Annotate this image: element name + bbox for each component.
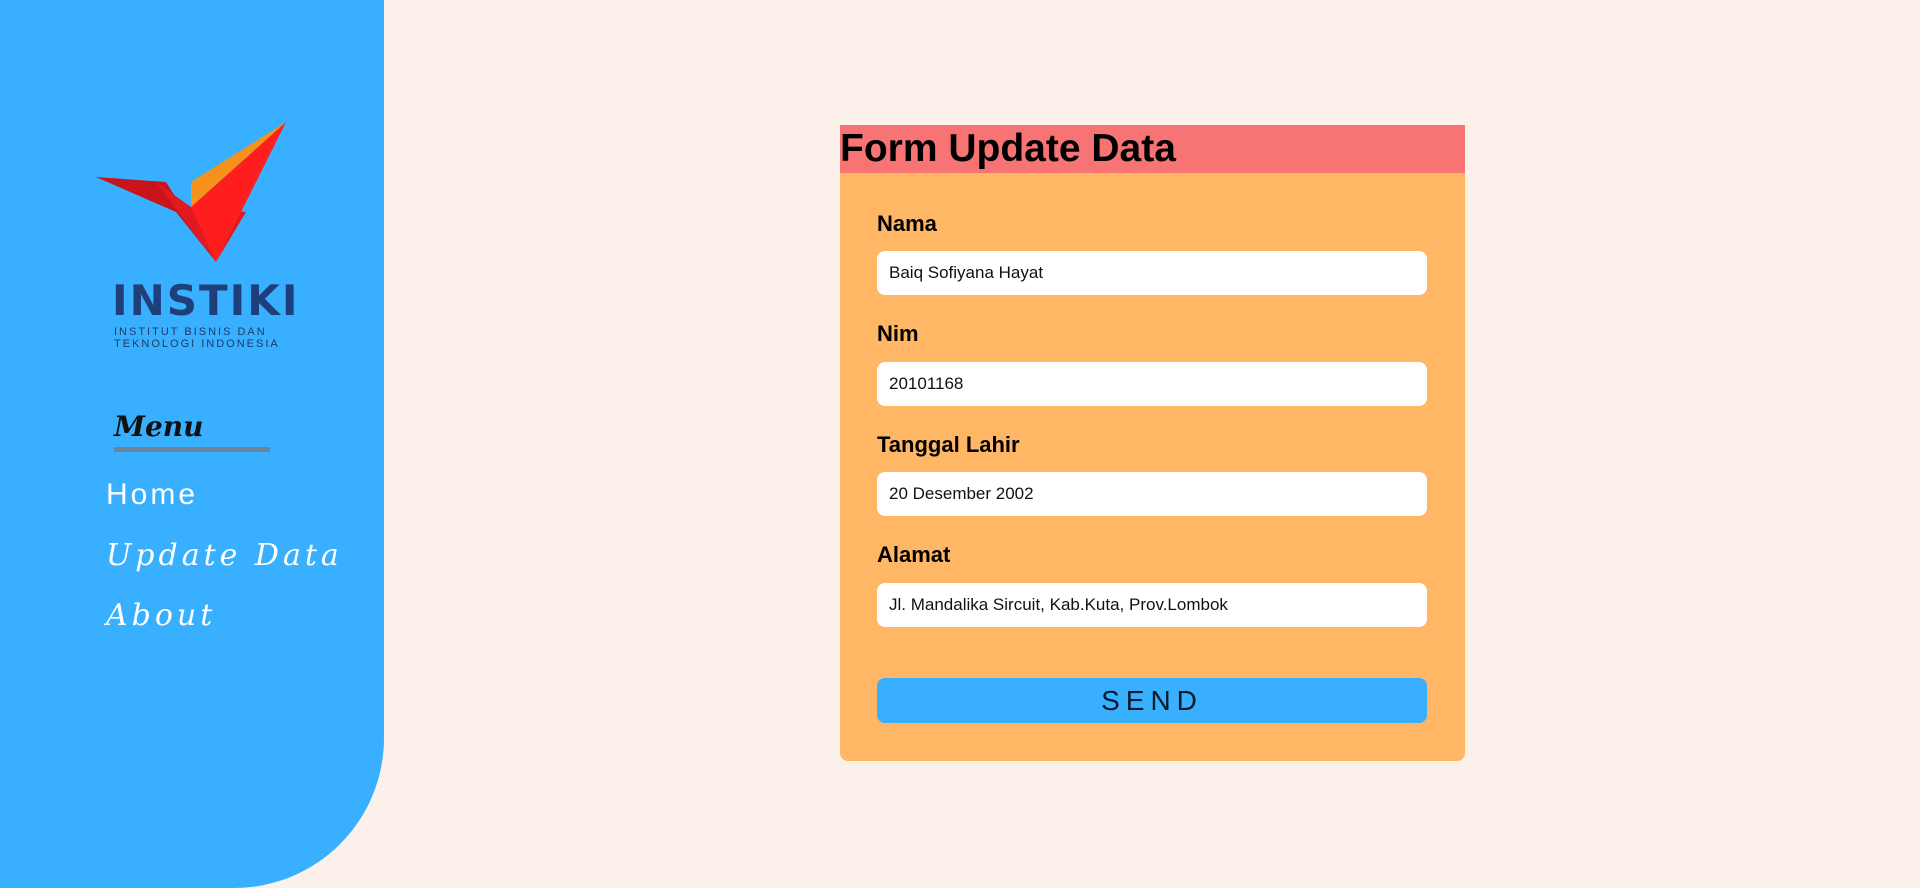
sidebar: INSTIKI INSTITUT BISNIS DAN TEKNOLOGI IN…	[0, 0, 384, 888]
logo-subtitle: INSTITUT BISNIS DAN TEKNOLOGI INDONESIA	[114, 326, 280, 350]
form-header: Form Update Data	[840, 125, 1465, 173]
update-form: Form Update Data Nama Nim Tanggal Lahir …	[840, 125, 1465, 761]
menu-title: Menu	[114, 410, 204, 443]
nav-about[interactable]: About	[106, 598, 216, 633]
nav-home[interactable]: Home	[106, 478, 198, 512]
send-button[interactable]: SEND	[877, 678, 1427, 723]
nim-input[interactable]	[877, 362, 1427, 406]
tanggal-lahir-label: Tanggal Lahir	[877, 432, 1020, 457]
form-title: Form Update Data	[840, 127, 1176, 170]
logo-wordmark: INSTIKI	[112, 276, 300, 325]
alamat-label: Alamat	[877, 542, 951, 567]
alamat-input[interactable]	[877, 583, 1427, 627]
nama-input[interactable]	[877, 251, 1427, 295]
nim-label: Nim	[877, 321, 919, 346]
tanggal-lahir-input[interactable]	[877, 472, 1427, 516]
nav-update-data[interactable]: Update Data	[106, 538, 343, 573]
instiki-logo-icon	[96, 122, 286, 262]
menu-divider	[114, 447, 270, 452]
nama-label: Nama	[877, 211, 937, 236]
